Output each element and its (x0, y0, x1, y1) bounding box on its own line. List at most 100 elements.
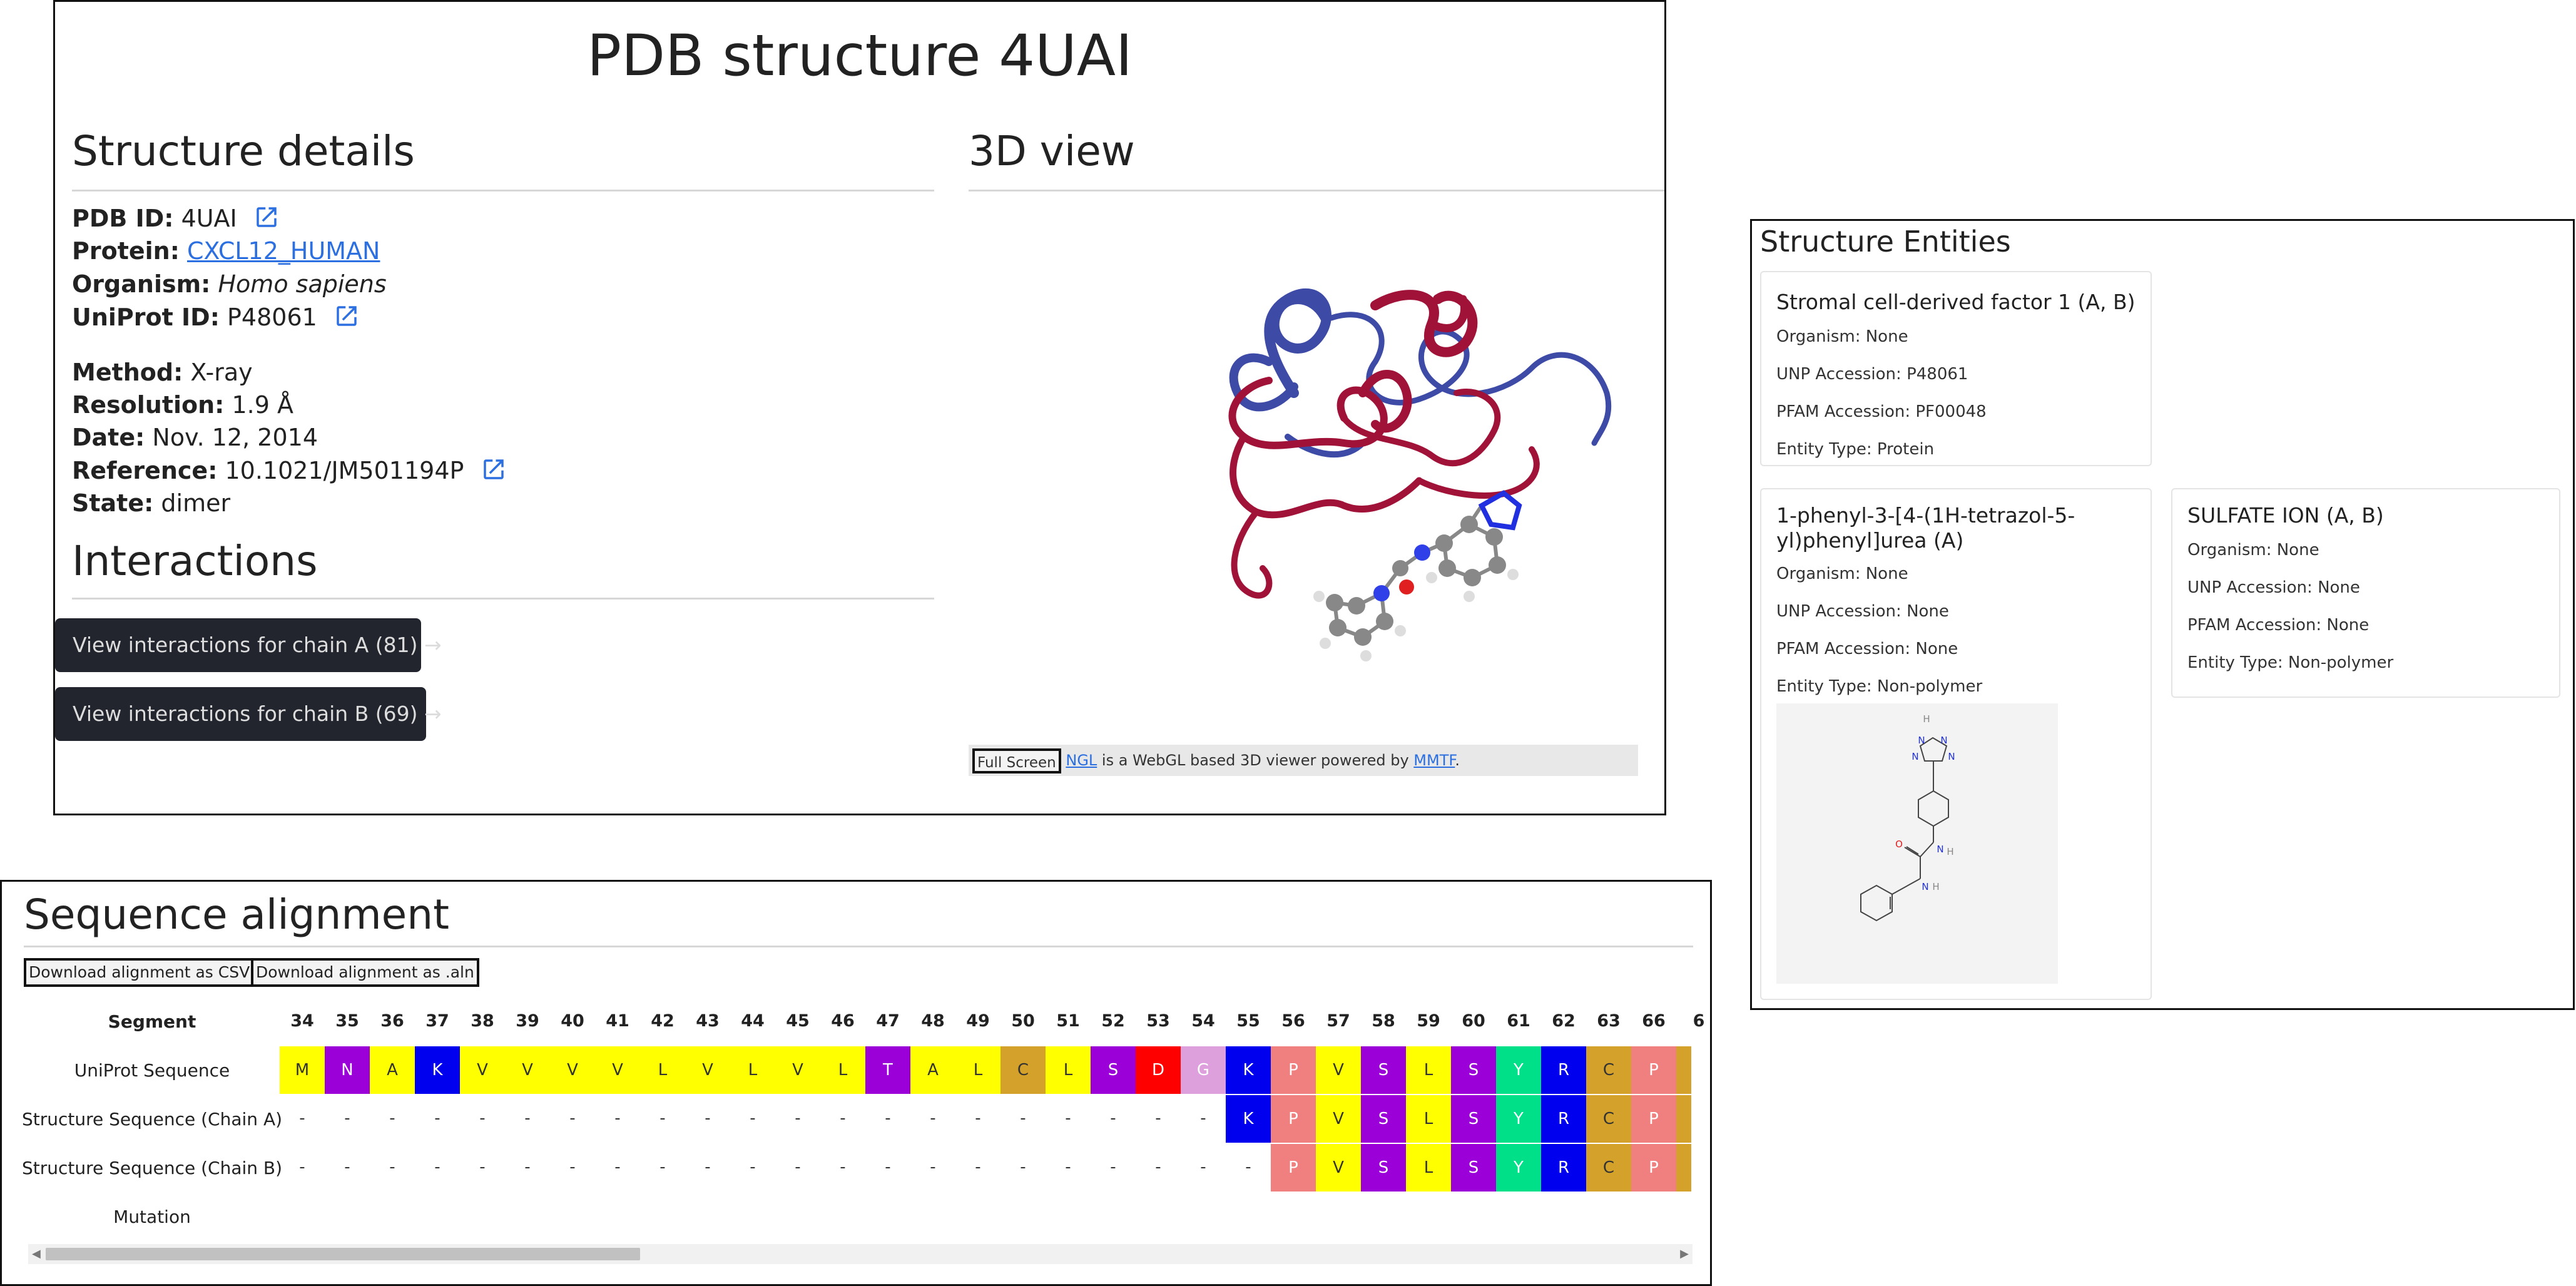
viewer-info-text: is a WebGL based 3D viewer powered by (1097, 752, 1414, 769)
entity-title: Stromal cell-derived factor 1 (A, B) (1776, 290, 2136, 314)
scroll-right-icon[interactable]: ▶ (1680, 1244, 1689, 1264)
gap-cell: - (299, 1109, 305, 1128)
protein-link[interactable]: CXCL12_HUMAN (187, 237, 380, 265)
structure-details-heading: Structure details (72, 127, 415, 175)
uniprot-value: P48061 (227, 304, 317, 331)
gap-cell: - (524, 1109, 531, 1128)
segment-number: 50 (1011, 1011, 1035, 1031)
gap-cell: - (795, 1158, 801, 1176)
scroll-left-icon[interactable]: ◀ (32, 1244, 41, 1264)
uniprot-residue: K (415, 1046, 460, 1094)
uniprot-label: UniProt ID: (72, 304, 220, 331)
segment-number: 43 (696, 1011, 720, 1031)
chain-a-residue: Y (1496, 1095, 1541, 1143)
segment-number: 49 (966, 1011, 990, 1031)
download-aln-button[interactable]: Download alignment as .aln (251, 958, 479, 987)
uniprot-residue: V (595, 1046, 640, 1094)
chain-a-residue: P (1631, 1095, 1676, 1143)
uniprot-residue: R (1541, 1046, 1586, 1094)
gap-cell: - (389, 1158, 395, 1176)
entity-pfam-accession: PFAM Accession: None (1776, 640, 1958, 658)
method-value: X-ray (190, 359, 253, 386)
uniprot-residue: S (1361, 1046, 1406, 1094)
date-value: Nov. 12, 2014 (152, 424, 318, 451)
pdb-id-label: PDB ID: (72, 205, 174, 232)
chain-a-residue: L (1406, 1095, 1451, 1143)
gap-cell: - (1155, 1158, 1161, 1176)
uniprot-row-label: UniProt Sequence (74, 1060, 230, 1081)
gap-cell: - (885, 1109, 891, 1128)
gap-cell: - (614, 1109, 621, 1128)
gap-cell: - (795, 1109, 801, 1128)
gap-cell: - (479, 1158, 486, 1176)
sequence-alignment-panel: Sequence alignment Download alignment as… (0, 880, 1712, 1286)
gap-cell: - (705, 1109, 711, 1128)
gap-cell: - (434, 1109, 440, 1128)
segment-number: 47 (876, 1011, 900, 1031)
entity-pfam-accession: PFAM Accession: None (2187, 616, 2370, 635)
segment-number: 36 (380, 1011, 404, 1031)
divider (72, 190, 934, 191)
segment-number: 62 (1552, 1011, 1576, 1031)
interactions-chain-a-button[interactable]: View interactions for chain A (81) → (55, 618, 442, 672)
segment-number: 44 (741, 1011, 765, 1031)
segment-number: 41 (606, 1011, 629, 1031)
uniprot-residue: N (325, 1046, 370, 1094)
fullscreen-button[interactable]: Full Screen (972, 748, 1061, 773)
ngl-link[interactable]: NGL (1066, 752, 1097, 769)
residue-cell-clipped (1676, 1095, 1691, 1143)
3d-view-heading: 3D view (969, 127, 1135, 175)
gap-cell: - (840, 1109, 846, 1128)
atom-label: N (1948, 751, 1955, 762)
gap-cell: - (1020, 1158, 1026, 1176)
residue-cell-clipped (1676, 1144, 1691, 1192)
entity-type: Entity Type: Non-polymer (2187, 653, 2394, 672)
download-csv-button[interactable]: Download alignment as CSV (24, 958, 255, 987)
atom-label: N (1922, 881, 1928, 892)
chain-a-residue: S (1451, 1095, 1496, 1143)
uniprot-residue: M (280, 1046, 325, 1094)
organism-value: Homo sapiens (218, 270, 387, 298)
entity-pfam-accession: PFAM Accession: PF00048 (1776, 402, 1987, 421)
uniprot-residue: T (865, 1046, 910, 1094)
mmtf-link[interactable]: MMTF (1413, 752, 1455, 769)
uniprot-residue: L (730, 1046, 775, 1094)
segment-number: 39 (516, 1011, 539, 1031)
entity-organism: Organism: None (2187, 541, 2319, 559)
method-label: Method: (72, 359, 183, 386)
atom-label: N (1937, 844, 1943, 855)
entity-type: Entity Type: Non-polymer (1776, 677, 1983, 696)
external-link-icon[interactable] (333, 303, 360, 329)
state-row: State: dimer (72, 489, 230, 517)
segment-number: 55 (1236, 1011, 1260, 1031)
chain-b-residue: C (1586, 1144, 1631, 1192)
date-row: Date: Nov. 12, 2014 (72, 424, 318, 451)
pdb-id-value: 4UAI (181, 205, 237, 232)
residue-cell-clipped (1676, 1046, 1691, 1094)
organism-label: Organism: (72, 270, 211, 298)
gap-cell: - (1110, 1109, 1116, 1128)
protein-3d-viewer[interactable] (1081, 230, 1644, 731)
entity-unp-accession: UNP Accession: None (1776, 602, 1949, 621)
segment-number: 59 (1417, 1011, 1440, 1031)
gap-cell: - (524, 1158, 531, 1176)
entity-card: Stromal cell-derived factor 1 (A, B) Org… (1760, 271, 2152, 466)
entity-unp-accession: UNP Accession: None (2187, 578, 2360, 597)
external-link-icon[interactable] (253, 204, 280, 230)
uniprot-residue: V (1316, 1046, 1361, 1094)
segment-number: 37 (425, 1011, 449, 1031)
scrollbar-thumb[interactable] (46, 1248, 640, 1260)
external-link-icon[interactable] (481, 456, 507, 482)
chain-b-residue: P (1631, 1144, 1676, 1192)
resolution-label: Resolution: (72, 391, 225, 419)
uniprot-residue: L (640, 1046, 685, 1094)
gap-cell: - (479, 1109, 486, 1128)
interactions-chain-b-button[interactable]: View interactions for chain B (69) → (55, 687, 442, 741)
uniprot-residue: V (685, 1046, 730, 1094)
horizontal-scrollbar[interactable]: ◀ ▶ (28, 1244, 1693, 1264)
segment-number: 53 (1146, 1011, 1170, 1031)
segment-number: 61 (1507, 1011, 1530, 1031)
segment-number: 40 (561, 1011, 584, 1031)
chain-b-residue: S (1451, 1144, 1496, 1192)
chain-b-residue: V (1316, 1144, 1361, 1192)
